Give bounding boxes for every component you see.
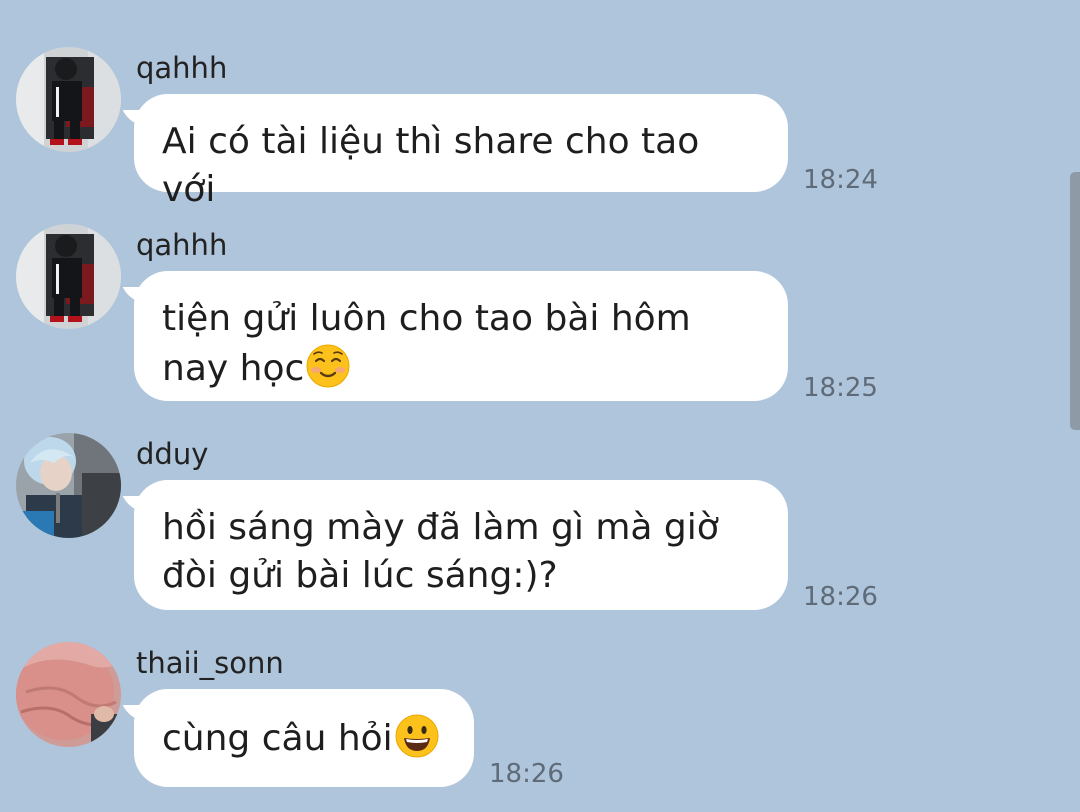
message-timestamp: 18:26 — [489, 759, 564, 789]
avatar-person-car-icon[interactable] — [16, 47, 121, 152]
message-bubble[interactable]: tiện gửi luôn cho tao bài hôm nay học — [134, 271, 788, 401]
message-timestamp: 18:25 — [803, 373, 878, 403]
message-text: Ai có tài liệu thì share cho tao với — [162, 121, 711, 210]
smiling-face-icon — [305, 343, 351, 389]
sender-name: thaii_sonn — [136, 646, 284, 680]
message-bubble[interactable]: cùng câu hỏi — [134, 689, 474, 787]
avatar-person-car-icon[interactable] — [16, 224, 121, 329]
message-timestamp: 18:24 — [803, 165, 878, 195]
grinning-face-icon — [394, 713, 440, 759]
message-text: cùng câu hỏi — [162, 718, 393, 759]
avatar-pink-hair-icon[interactable] — [16, 642, 121, 747]
chat-area[interactable]: qahhh Ai có tài liệu thì share cho tao v… — [0, 0, 1080, 812]
avatar-blue-hair-icon[interactable] — [16, 433, 121, 538]
message-text: tiện gửi luôn cho tao bài hôm nay học — [162, 298, 691, 389]
message-text: hồi sáng mày đã làm gì mà giờ đòi gửi bà… — [162, 507, 719, 596]
sender-name: dduy — [136, 437, 209, 471]
message-bubble[interactable]: Ai có tài liệu thì share cho tao với — [134, 94, 788, 210]
message-timestamp: 18:26 — [803, 582, 878, 612]
sender-name: qahhh — [136, 228, 228, 262]
scrollbar[interactable] — [1070, 172, 1080, 430]
sender-name: qahhh — [136, 51, 228, 85]
message-bubble[interactable]: hồi sáng mày đã làm gì mà giờ đòi gửi bà… — [134, 480, 788, 610]
